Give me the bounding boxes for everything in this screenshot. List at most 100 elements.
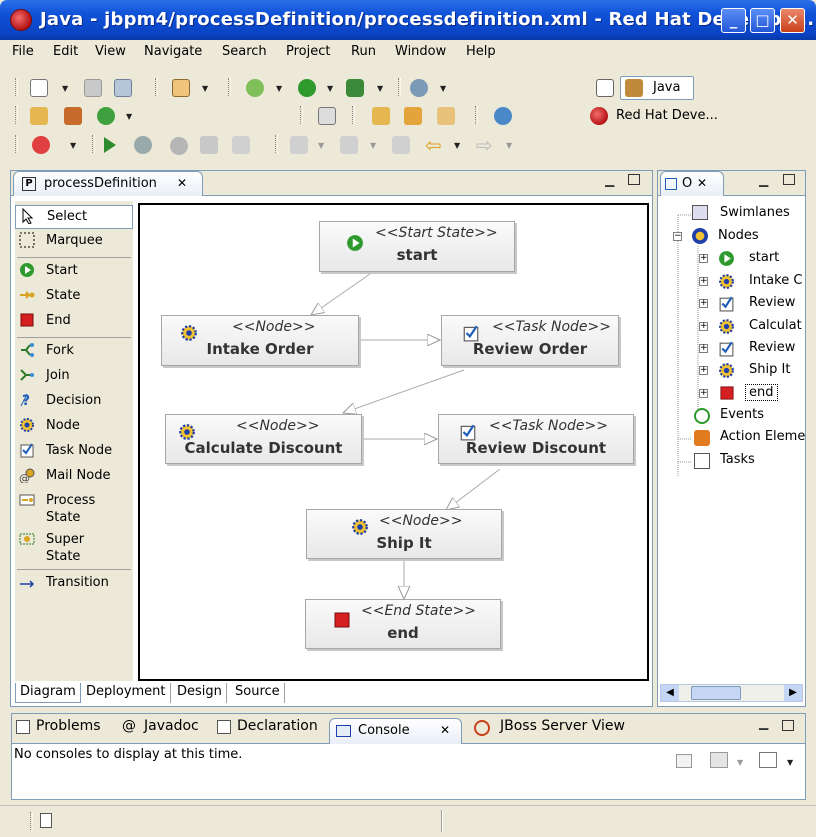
redhat-deploy-icon[interactable]	[32, 136, 50, 154]
palette-item-fork[interactable]: Fork	[15, 340, 133, 364]
tab-console[interactable]: Console ✕	[329, 718, 462, 744]
open-file-icon[interactable]	[437, 107, 455, 125]
toolbar-grip[interactable]	[475, 106, 478, 124]
dropdown-arrow-icon[interactable]: ▼	[440, 84, 446, 93]
console-tab-close-icon[interactable]: ✕	[440, 723, 450, 737]
next-annotation-icon[interactable]	[290, 136, 308, 154]
menu-window[interactable]: Window	[395, 44, 446, 59]
forward-arrow-icon[interactable]: ⇨	[476, 135, 493, 155]
fast-view-icon[interactable]	[40, 813, 52, 828]
tab-close-icon[interactable]: ✕	[177, 176, 187, 190]
tools-wrench-icon[interactable]	[404, 107, 422, 125]
collapse-icon[interactable]: −	[673, 232, 682, 241]
dropdown-arrow-icon[interactable]: ▼	[370, 141, 376, 150]
globe-icon[interactable]	[494, 107, 512, 125]
task-list-icon[interactable]	[318, 107, 336, 125]
palette-item-process-state[interactable]: Process State	[15, 490, 133, 528]
palette-item-select[interactable]: Select	[15, 205, 133, 229]
palette-item-marquee[interactable]: Marquee	[15, 230, 133, 254]
toolbar-grip[interactable]	[352, 106, 355, 124]
expand-icon[interactable]: +	[699, 366, 708, 375]
expand-icon[interactable]: +	[699, 277, 708, 286]
display-console-icon[interactable]	[710, 752, 728, 768]
node-review-order[interactable]: <<Task Node>> Review Order	[441, 315, 619, 366]
minimize-button[interactable]: _	[721, 8, 746, 33]
toolbar-grip[interactable]	[228, 78, 231, 96]
palette-item-end[interactable]: End	[15, 310, 133, 334]
node-calculate-discount[interactable]: <<Node>> Calculate Discount	[165, 414, 362, 464]
outline-horizontal-scrollbar[interactable]: ◀ ▶	[660, 684, 803, 702]
toolbar-grip[interactable]	[398, 78, 401, 96]
palette-item-task-node[interactable]: Task Node	[15, 440, 133, 464]
maximize-view-icon[interactable]	[782, 720, 794, 731]
dropdown-arrow-icon[interactable]: ▼	[62, 84, 68, 93]
open-folder-icon[interactable]	[372, 107, 390, 125]
palette-item-state[interactable]: State	[15, 285, 133, 309]
toolbar-grip[interactable]	[15, 78, 18, 96]
expand-icon[interactable]: +	[699, 389, 708, 398]
dropdown-arrow-icon[interactable]: ▼	[202, 84, 208, 93]
transition-start-intake[interactable]	[311, 273, 371, 315]
dropdown-arrow-icon[interactable]: ▼	[276, 84, 282, 93]
toolbar-grip[interactable]	[92, 135, 95, 153]
toolbar-grip[interactable]	[275, 135, 278, 153]
maximize-view-icon[interactable]	[783, 174, 795, 185]
open-console-icon[interactable]	[759, 752, 777, 768]
tab-deployment[interactable]: Deployment	[82, 683, 171, 703]
hand-icon[interactable]	[232, 136, 250, 154]
palette-item-join[interactable]: Join	[15, 365, 133, 389]
process-canvas[interactable]: <<Start State>> start <<Node>> Intake Or…	[138, 203, 649, 681]
menu-run[interactable]: Run	[351, 44, 376, 59]
close-button[interactable]: ✕	[780, 8, 805, 33]
palette-item-super-state[interactable]: Super State	[15, 529, 133, 567]
toolbar-grip[interactable]	[15, 106, 18, 124]
maximize-view-icon[interactable]	[628, 174, 640, 185]
scroll-right-icon[interactable]: ▶	[784, 685, 802, 701]
outline-tab-close-icon[interactable]: ✕	[697, 176, 707, 190]
tab-processdefinition[interactable]: P processDefinition ✕	[13, 171, 203, 196]
node-review-discount[interactable]: <<Task Node>> Review Discount	[438, 414, 634, 464]
tab-source[interactable]: Source	[231, 683, 285, 703]
new-package-icon[interactable]	[64, 107, 82, 125]
debug-bug-icon[interactable]	[246, 79, 264, 97]
palette-item-transition[interactable]: Transition	[15, 572, 133, 596]
dropdown-arrow-icon[interactable]: ▼	[787, 758, 793, 767]
menu-help[interactable]: Help	[466, 44, 496, 59]
expand-icon[interactable]: +	[699, 299, 708, 308]
menu-project[interactable]: Project	[286, 44, 330, 59]
redhat-perspective-icon[interactable]	[590, 107, 608, 125]
dropdown-arrow-icon[interactable]: ▼	[377, 84, 383, 93]
dropdown-arrow-icon[interactable]: ▼	[318, 141, 324, 150]
tab-diagram[interactable]: Diagram	[15, 683, 81, 703]
run-icon[interactable]	[298, 79, 316, 97]
palette-item-mail-node[interactable]: @ Mail Node	[15, 465, 133, 489]
dropdown-arrow-icon[interactable]: ▼	[70, 141, 76, 150]
new-class-icon[interactable]	[97, 107, 115, 125]
redhat-perspective-label[interactable]: Red Hat Deve...	[616, 108, 718, 123]
previous-annotation-icon[interactable]	[340, 136, 358, 154]
menu-search[interactable]: Search	[222, 44, 267, 59]
step-icon[interactable]	[134, 136, 152, 154]
menu-navigate[interactable]: Navigate	[144, 44, 202, 59]
dropdown-arrow-icon[interactable]: ▼	[506, 141, 512, 150]
minimize-view-icon[interactable]: ▁	[759, 173, 768, 187]
expand-icon[interactable]: +	[699, 344, 708, 353]
scroll-left-icon[interactable]: ◀	[661, 685, 679, 701]
palette-item-decision[interactable]: ? Decision	[15, 390, 133, 414]
print-icon[interactable]	[114, 79, 132, 97]
node-end[interactable]: <<End State>> end	[305, 599, 501, 649]
server-icon[interactable]	[410, 79, 428, 97]
new-java-project-icon[interactable]	[30, 107, 48, 125]
save-icon[interactable]	[84, 79, 102, 97]
maximize-button[interactable]: □	[750, 8, 775, 33]
last-edit-icon[interactable]	[392, 136, 410, 154]
disconnect-icon[interactable]	[200, 136, 218, 154]
menu-file[interactable]: File	[12, 44, 34, 59]
palette-item-node[interactable]: Node	[15, 415, 133, 439]
minimize-view-icon[interactable]: ▁	[759, 716, 768, 730]
dropdown-arrow-icon[interactable]: ▼	[454, 141, 460, 150]
dropdown-arrow-icon[interactable]: ▼	[126, 112, 132, 121]
toolbar-grip[interactable]	[155, 78, 158, 96]
open-perspective-icon[interactable]	[596, 79, 614, 97]
expand-icon[interactable]: +	[699, 322, 708, 331]
